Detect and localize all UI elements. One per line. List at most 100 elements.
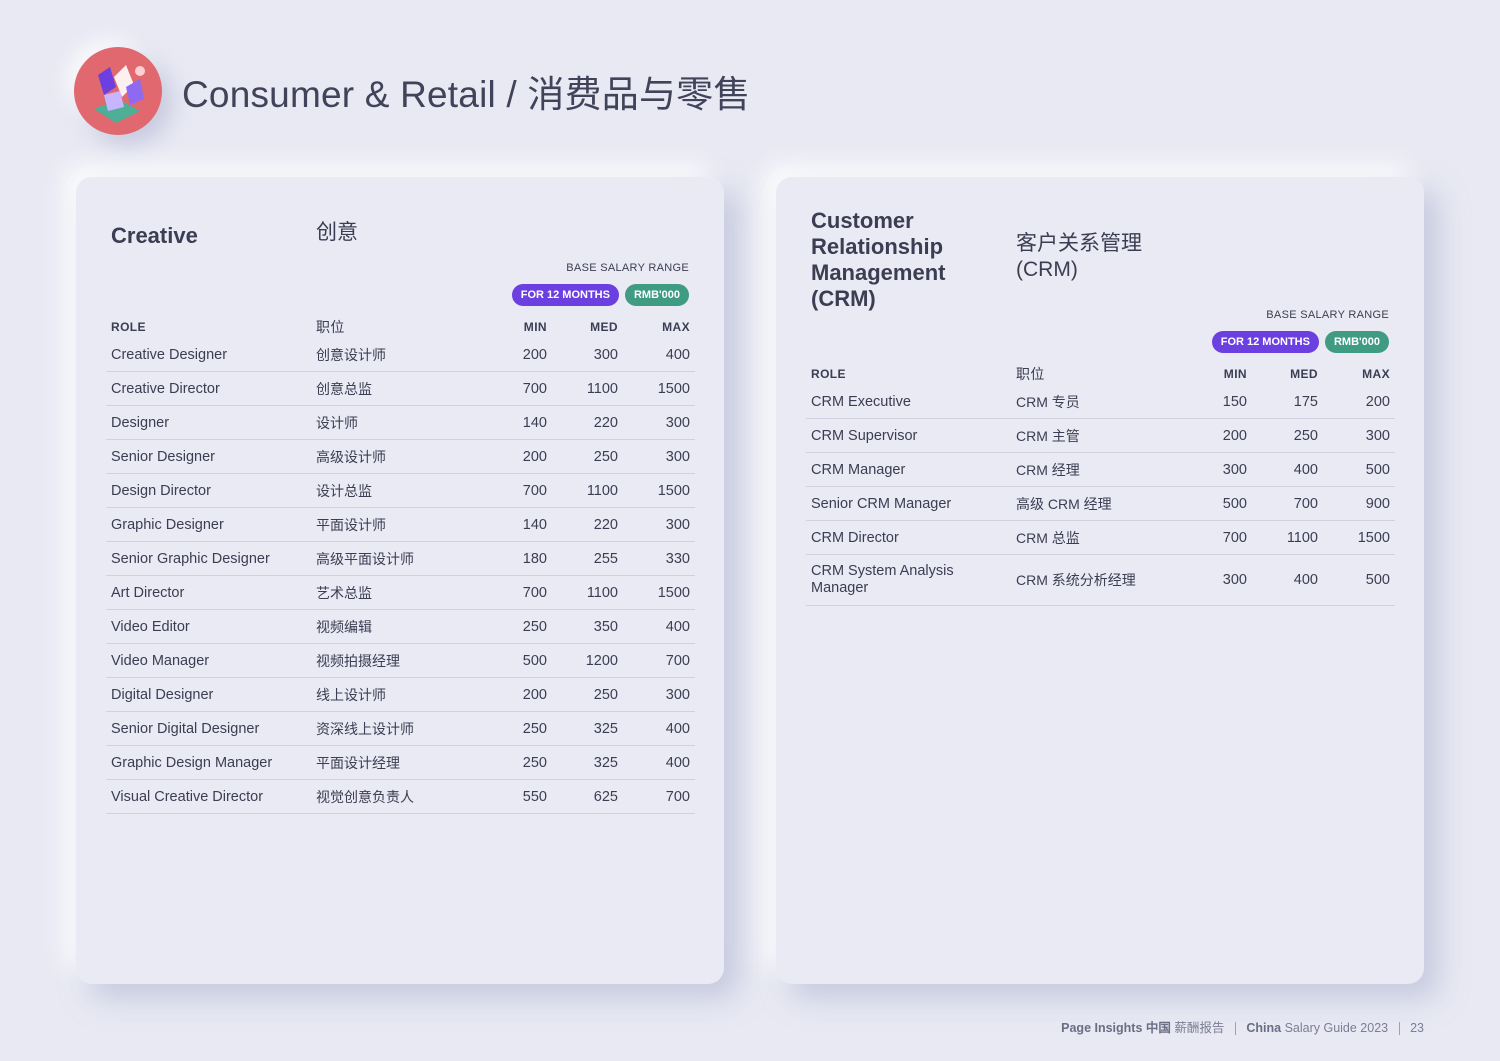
cell-min: 550: [522, 788, 547, 805]
cell-med: 250: [593, 686, 618, 703]
table-row: Art Director 艺术总监 700 1100 1500: [106, 576, 695, 610]
months-badge: FOR 12 MONTHS: [1211, 331, 1319, 353]
header-max: MAX: [1362, 367, 1390, 381]
page-footer: Page Insights 中国 薪酬报告 China Salary Guide…: [1061, 1017, 1424, 1036]
cell-med: 625: [593, 788, 618, 805]
footer-divider: [1398, 1022, 1400, 1036]
cell-max: 700: [665, 652, 690, 669]
cell-min: 140: [522, 516, 547, 533]
cell-role: Designer: [111, 414, 170, 431]
cell-role: Senior Graphic Designer: [111, 550, 270, 567]
cell-max: 400: [665, 720, 690, 737]
cell-role: Graphic Design Manager: [111, 754, 273, 771]
cell-min: 150: [1222, 393, 1247, 410]
cell-med: 1100: [1286, 529, 1318, 546]
title-line: Customer: [811, 208, 914, 233]
table-row: Video Editor 视频编辑 250 350 400: [106, 610, 695, 644]
cell-min: 250: [522, 618, 547, 635]
base-salary-label: BASE SALARY RANGE: [566, 262, 689, 274]
section-title-en: Creative: [111, 223, 198, 248]
cell-cn: CRM 系统分析经理: [1016, 572, 1136, 588]
cell-cn: 高级 CRM 经理: [1016, 495, 1112, 512]
currency-badge: RMB'000: [624, 284, 689, 306]
cell-max: 400: [665, 754, 690, 771]
table-row: CRM Supervisor CRM 主管 200 250 300: [806, 419, 1395, 453]
cell-med: 700: [1293, 495, 1318, 512]
cell-cn: 资深线上设计师: [316, 720, 414, 737]
cell-min: 180: [522, 550, 547, 567]
consumer-retail-illustration-icon: [74, 47, 162, 135]
table-row: Visual Creative Director 视觉创意负责人 550 625 700: [106, 780, 695, 814]
header-role: ROLE: [811, 367, 846, 381]
table-row: CRM Executive CRM 专员 150 175 200: [806, 385, 1395, 419]
cell-min: 300: [1222, 572, 1247, 588]
table-row: CRM Director CRM 总监 700 1100 1500: [806, 521, 1395, 555]
table-header: ROLE 职位 MIN MED MAX: [806, 363, 1395, 385]
cell-max: 300: [665, 516, 690, 533]
creative-salary-table: ROLE 职位 MIN MED MAX Creative Designer 创意设…: [106, 316, 695, 814]
cell-max: 700: [665, 788, 690, 805]
cell-role: Video Editor: [111, 618, 190, 635]
cell-min: 500: [1222, 495, 1247, 512]
title-line: 客户关系管理: [1016, 232, 1142, 255]
header-max: MAX: [662, 320, 690, 334]
cell-cn: 平面设计经理: [316, 754, 400, 771]
cell-cn: CRM 经理: [1016, 461, 1080, 478]
cell-cn: 创意总监: [316, 380, 372, 397]
title-line: Management: [811, 260, 946, 285]
table-row: CRM System Analysis Manager CRM 系统分析经理 300…: [806, 555, 1395, 606]
crm-salary-card: Customer Relationship Management (CRM) 客…: [776, 177, 1424, 984]
cell-min: 200: [1222, 427, 1247, 444]
cell-max: 1500: [657, 584, 690, 601]
cell-med: 1100: [586, 584, 618, 601]
footer-brand: Page Insights 中国: [1061, 1021, 1171, 1035]
table-row: Senior Graphic Designer 高级平面设计师 180 255 330: [106, 542, 695, 576]
cell-med: 220: [593, 414, 618, 431]
cell-max: 400: [665, 346, 690, 363]
table-row: Creative Designer 创意设计师 200 300 400: [106, 338, 695, 372]
cell-cn: CRM 总监: [1016, 529, 1080, 546]
table-row: Designer 设计师 140 220 300: [106, 406, 695, 440]
cell-max: 300: [665, 686, 690, 703]
cell-max: 1500: [657, 482, 690, 499]
header-min: MIN: [1223, 367, 1247, 381]
cell-role: CRM Executive: [811, 393, 911, 410]
creative-salary-card: Creative 创意 BASE SALARY RANGE FOR 12 MON…: [76, 177, 724, 984]
cell-cn: 视频拍摄经理: [316, 652, 400, 669]
section-title-cn: 创意: [316, 221, 358, 244]
cell-role: Art Director: [111, 584, 185, 601]
currency-badge: RMB'000: [1324, 331, 1389, 353]
cell-cn: 平面设计师: [316, 516, 386, 533]
cell-max: 1500: [657, 380, 690, 397]
cell-cn: 艺术总监: [316, 584, 372, 601]
page-header: Consumer & Retail / 消费品与零售: [74, 46, 751, 136]
cell-med: 400: [1293, 461, 1318, 478]
salary-pills: FOR 12 MONTHS RMB'000: [511, 284, 689, 306]
cell-med: 300: [593, 346, 618, 363]
page-title: Consumer & Retail / 消费品与零售: [182, 74, 751, 115]
cell-max: 500: [1365, 572, 1390, 588]
cell-min: 500: [522, 652, 547, 669]
cell-min: 700: [522, 380, 547, 397]
table-row: Senior Digital Designer 资深线上设计师 250 325 400: [106, 712, 695, 746]
header-med: MED: [590, 320, 618, 334]
footer-guide: Salary Guide 2023: [1284, 1021, 1389, 1035]
header-min: MIN: [523, 320, 547, 334]
cell-med: 255: [593, 550, 618, 567]
section-title-cn: 客户关系管理 (CRM): [1016, 231, 1142, 283]
base-salary-label: BASE SALARY RANGE: [1266, 309, 1389, 321]
table-row: Graphic Designer 平面设计师 140 220 300: [106, 508, 695, 542]
cell-med: 1200: [585, 652, 618, 669]
cell-cn: 视觉创意负责人: [316, 788, 414, 805]
cell-role: CRM Director: [811, 529, 899, 546]
header-med: MED: [1290, 367, 1318, 381]
cell-min: 700: [1222, 529, 1247, 546]
title-line: (CRM): [811, 286, 876, 311]
cell-med: 350: [593, 618, 618, 635]
table-body: Creative Designer 创意设计师 200 300 400 Creative …: [106, 338, 695, 814]
cell-role: Visual Creative Director: [111, 788, 264, 805]
table-header: ROLE 职位 MIN MED MAX: [106, 316, 695, 338]
cell-min: 700: [522, 482, 547, 499]
cell-min: 200: [522, 448, 547, 465]
cell-role: Senior CRM Manager: [811, 495, 952, 512]
